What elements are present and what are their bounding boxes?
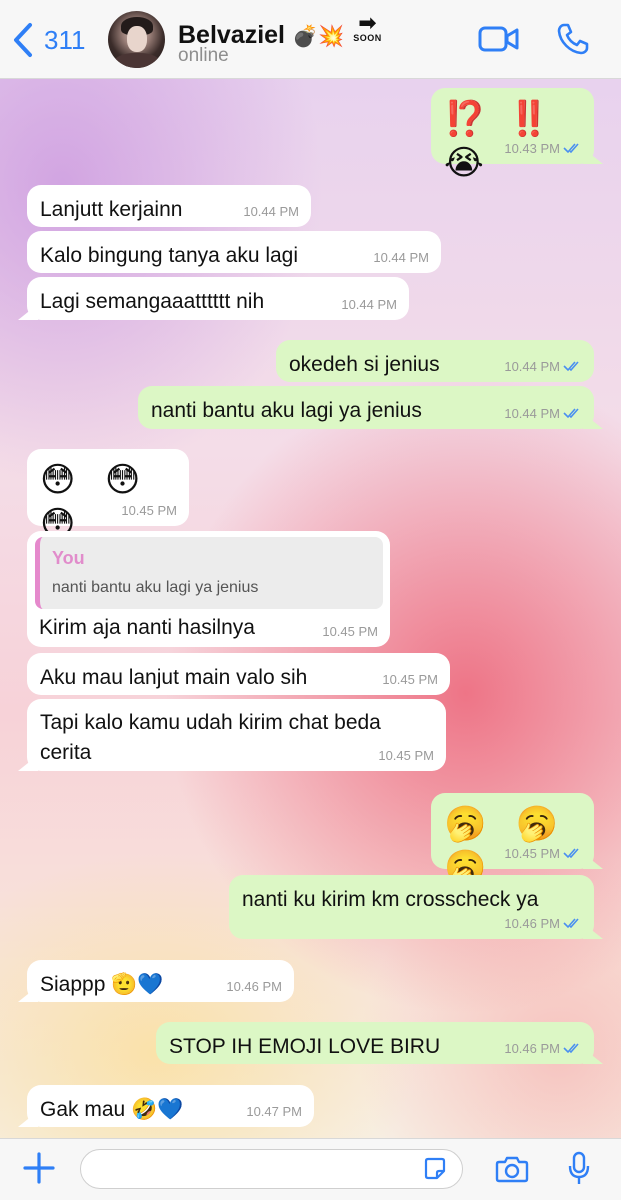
- message-bubble-outgoing[interactable]: STOP IH EMOJI LOVE BIRU 10.46 PM: [156, 1022, 594, 1064]
- chat-header: 311 Belvaziel 💣💥 ➡ SOON online: [0, 0, 621, 79]
- message-bubble-outgoing[interactable]: nanti ku kirim km crosscheck ya 10.46 PM: [229, 875, 594, 939]
- message-bubble-incoming[interactable]: 😳 😳 😳 10.45 PM: [27, 449, 189, 543]
- message-meta: 10.45 PM: [121, 501, 177, 521]
- message-time: 10.46 PM: [504, 915, 560, 931]
- back-button[interactable]: 311: [10, 20, 85, 60]
- message-text: nanti ku kirim km crosscheck ya: [242, 888, 539, 911]
- message-time: 10.44 PM: [243, 203, 299, 219]
- message-bubble-incoming[interactable]: Aku mau lanjut main valo sih 10.45 PM: [27, 653, 450, 695]
- message-time: 10.45 PM: [504, 845, 560, 861]
- phone-icon[interactable]: [556, 22, 590, 56]
- message-meta: 10.46 PM: [226, 977, 282, 997]
- double-check-icon: [563, 408, 579, 419]
- message-bubble-incoming[interactable]: Lagi semangaaatttttt nih 10.44 PM: [27, 277, 409, 320]
- message-bubble-reply[interactable]: You nanti bantu aku lagi ya jenius Kirim…: [27, 531, 390, 647]
- double-check-icon: [563, 1043, 579, 1054]
- message-meta: 10.44 PM: [504, 357, 582, 377]
- message-meta: 10.45 PM: [322, 622, 378, 642]
- message-bubble-incoming[interactable]: Kalo bingung tanya aku lagi 10.44 PM: [27, 231, 441, 273]
- message-text: Kirim aja nanti hasilnya: [39, 616, 255, 639]
- message-text: Kalo bingung tanya aku lagi: [40, 244, 299, 267]
- message-meta: 10.44 PM: [504, 404, 582, 424]
- chat-background: ⁉️ ‼️ 😭 10.43 PM Lanjutt kerjainn 10.44 …: [0, 79, 621, 1138]
- message-time: 10.44 PM: [341, 296, 397, 312]
- quoted-sender: You: [52, 548, 85, 568]
- plus-icon[interactable]: [22, 1151, 56, 1185]
- camera-icon[interactable]: [495, 1154, 529, 1184]
- message-time: 10.44 PM: [504, 358, 560, 374]
- message-time: 10.46 PM: [226, 978, 282, 994]
- quoted-message[interactable]: You nanti bantu aku lagi ya jenius: [35, 537, 383, 609]
- message-bubble-incoming[interactable]: Gak mau 🤣💙 10.47 PM: [27, 1085, 314, 1127]
- message-time: 10.43 PM: [504, 140, 560, 156]
- message-meta: 10.45 PM: [504, 844, 582, 864]
- message-bubble-outgoing[interactable]: okedeh si jenius 10.44 PM: [276, 340, 594, 382]
- soon-arrow-emoji: ➡ SOON: [353, 12, 382, 43]
- double-check-icon: [563, 361, 579, 372]
- message-time: 10.45 PM: [378, 747, 434, 763]
- message-bubble-outgoing[interactable]: ⁉️ ‼️ 😭 10.43 PM: [431, 88, 594, 182]
- double-check-icon: [563, 848, 579, 859]
- message-time: 10.44 PM: [373, 249, 429, 265]
- message-meta: 10.46 PM: [504, 914, 582, 934]
- message-meta: 10.44 PM: [373, 248, 429, 268]
- message-bubble-incoming[interactable]: Lanjutt kerjainn 10.44 PM: [27, 185, 311, 227]
- message-time: 10.45 PM: [121, 502, 177, 518]
- message-text: Tapi kalo kamu udah kirim chat beda ceri…: [40, 711, 381, 765]
- message-bubble-outgoing[interactable]: 🥱 🥱 🥱 10.45 PM: [431, 793, 594, 887]
- message-meta: 10.47 PM: [246, 1102, 302, 1122]
- message-meta: 10.44 PM: [341, 295, 397, 315]
- message-input[interactable]: [80, 1149, 463, 1189]
- message-bubble-outgoing[interactable]: nanti bantu aku lagi ya jenius 10.44 PM: [138, 386, 594, 429]
- soon-arrow: ➡: [358, 10, 377, 35]
- soon-word: SOON: [353, 33, 382, 43]
- unread-count: 311: [44, 24, 86, 55]
- contact-avatar[interactable]: [108, 11, 165, 68]
- message-time: 10.45 PM: [382, 671, 438, 687]
- message-meta: 10.45 PM: [378, 746, 434, 766]
- double-check-icon: [563, 143, 579, 154]
- chevron-left-icon: [14, 23, 32, 57]
- quoted-text: nanti bantu aku lagi ya jenius: [52, 579, 259, 596]
- contact-status: online: [178, 45, 229, 66]
- sticker-icon[interactable]: [422, 1156, 448, 1182]
- message-meta: 10.46 PM: [504, 1039, 582, 1059]
- message-text: Aku mau lanjut main valo sih: [40, 666, 308, 689]
- message-time: 10.47 PM: [246, 1103, 302, 1119]
- composer-bar: [0, 1138, 621, 1200]
- message-time: 10.45 PM: [322, 623, 378, 639]
- message-bubble-incoming[interactable]: Siappp 🫡💙 10.46 PM: [27, 960, 294, 1002]
- message-time: 10.44 PM: [504, 405, 560, 421]
- video-call-icon[interactable]: [478, 24, 520, 54]
- message-meta: 10.45 PM: [382, 670, 438, 690]
- double-check-icon: [563, 918, 579, 929]
- message-meta: 10.43 PM: [504, 139, 582, 159]
- name-emojis: 💣💥: [291, 25, 345, 48]
- microphone-icon[interactable]: [567, 1151, 591, 1187]
- message-meta: 10.44 PM: [243, 202, 299, 222]
- message-bubble-incoming[interactable]: Tapi kalo kamu udah kirim chat beda ceri…: [27, 699, 446, 771]
- message-time: 10.46 PM: [504, 1040, 560, 1056]
